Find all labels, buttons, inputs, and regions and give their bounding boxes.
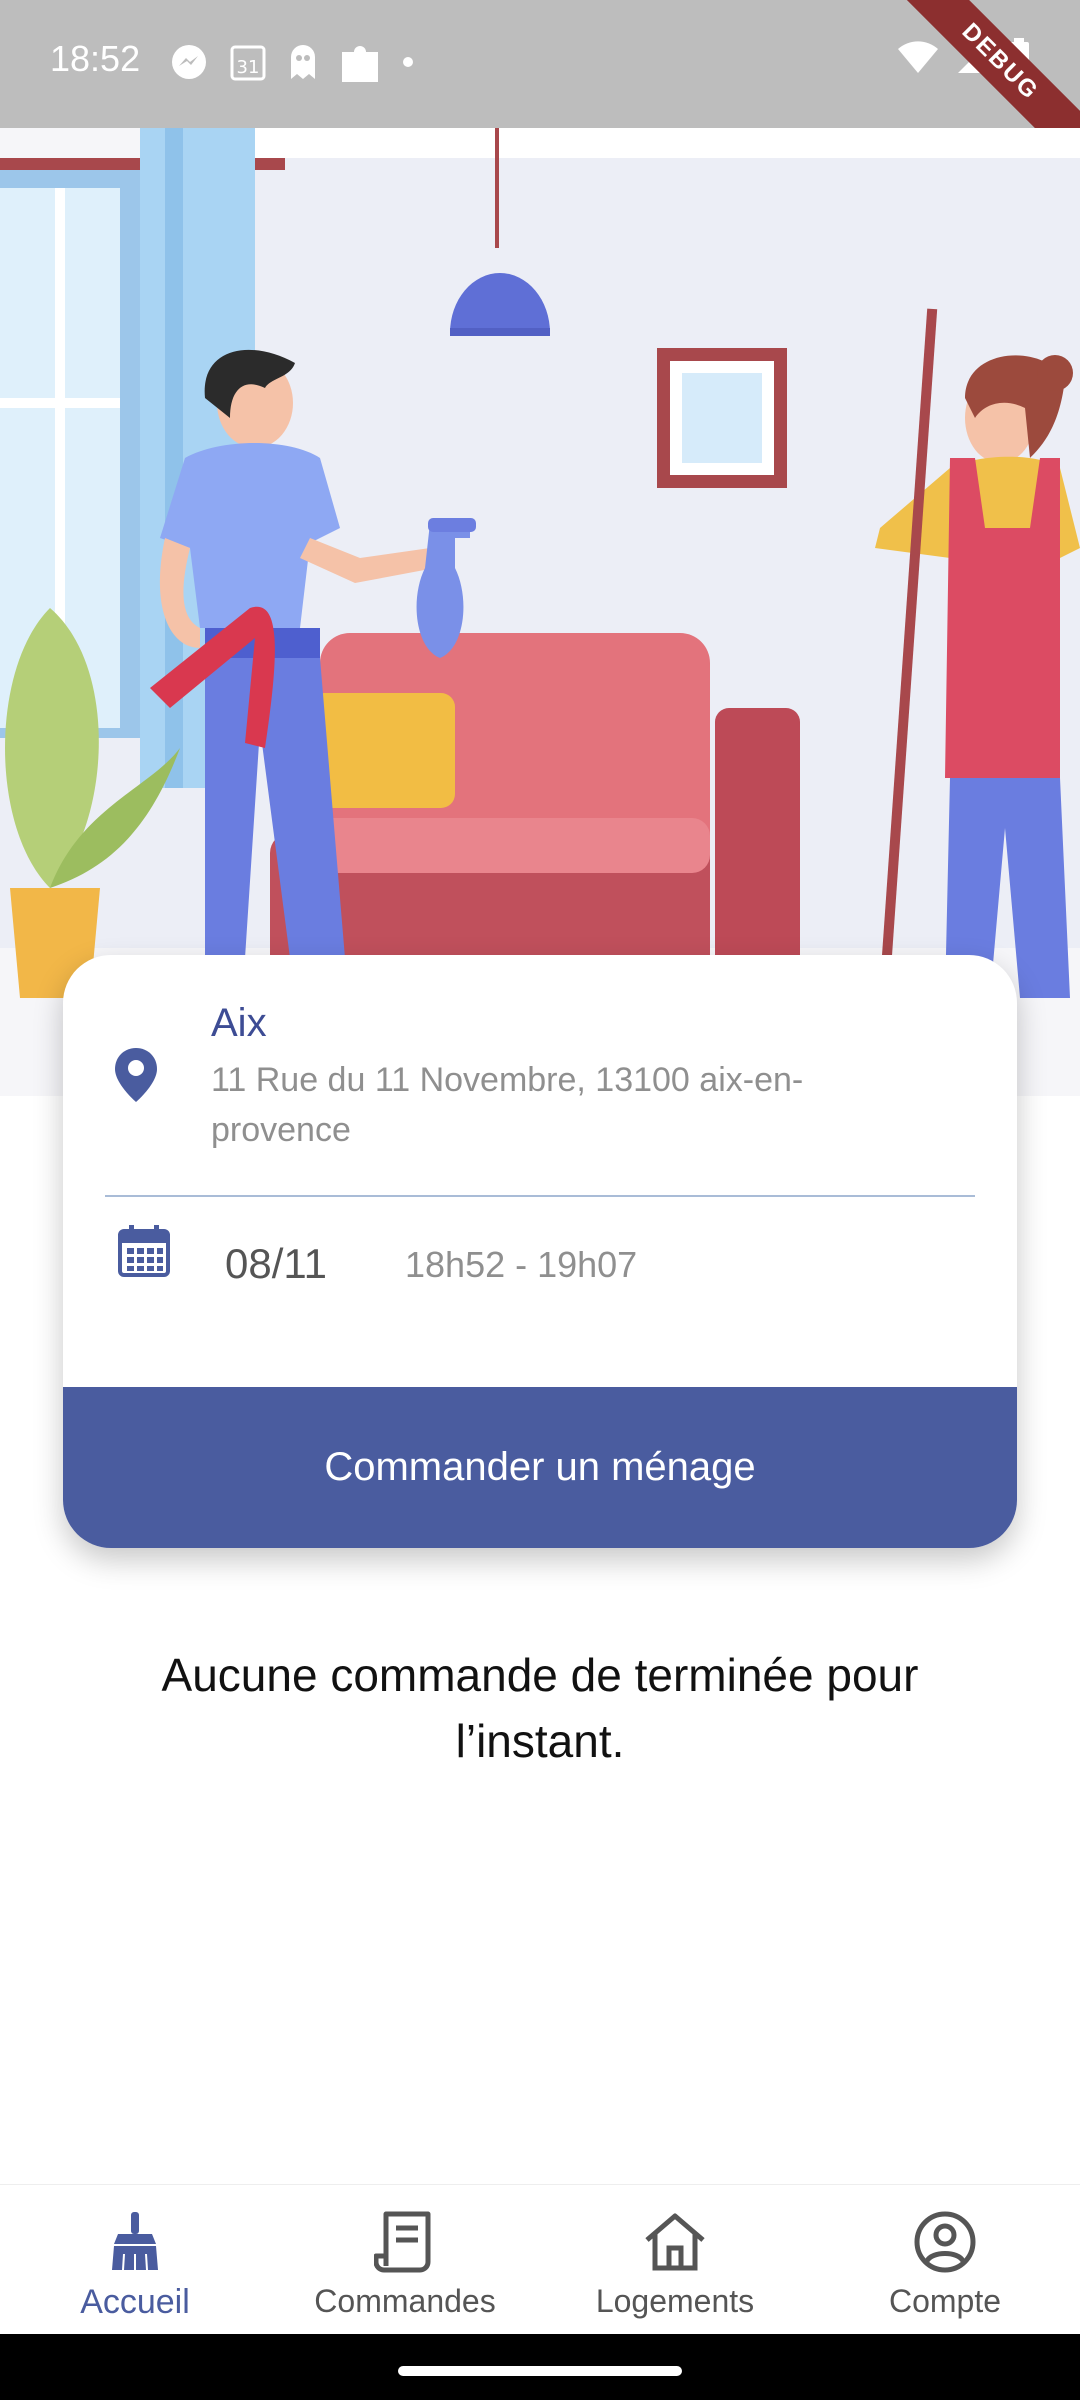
nav-label-accueil: Accueil xyxy=(80,2283,190,2321)
puzzle-icon xyxy=(342,46,378,82)
bottom-navigation: Accueil Commandes Logements Compte xyxy=(0,2184,1080,2335)
calendar-icon xyxy=(118,1225,170,1277)
wifi-icon xyxy=(898,41,938,73)
cleaning-illustration xyxy=(0,128,1080,1096)
calendar-31-icon: 31 xyxy=(230,45,266,81)
card-divider xyxy=(105,1195,975,1197)
dot-icon xyxy=(403,57,413,67)
messenger-icon xyxy=(172,45,206,79)
svg-text:31: 31 xyxy=(237,57,260,78)
location-pin-icon xyxy=(115,1048,157,1102)
nav-logements[interactable]: Logements xyxy=(540,2185,810,2335)
location-name: Aix xyxy=(211,1001,267,1045)
home-icon xyxy=(645,2213,705,2271)
ghost-icon xyxy=(291,45,315,79)
order-cleaning-button[interactable]: Commander un ménage xyxy=(63,1387,1017,1548)
nav-accueil[interactable]: Accueil xyxy=(0,2185,270,2335)
selected-date: 08/11 xyxy=(225,1240,327,1287)
account-circle-icon xyxy=(914,2211,976,2273)
broom-icon xyxy=(112,2212,158,2271)
selected-time-range: 18h52 - 19h07 xyxy=(405,1244,638,1285)
nav-label-compte: Compte xyxy=(888,2283,1002,2319)
home-gesture-handle[interactable] xyxy=(398,2366,682,2376)
location-address: 11 Rue du 11 Novembre, 13100 aix-en-prov… xyxy=(211,1061,804,1149)
location-selector[interactable]: Aix 11 Rue du 11 Novembre, 13100 aix-en-… xyxy=(63,955,1017,1195)
date-time-selector[interactable]: 08/11 18h52 - 19h07 xyxy=(63,1198,1017,1343)
status-bar: 18:52 31 DEBUG xyxy=(0,0,1080,184)
empty-orders-message: Aucune commande de terminée pour l’insta… xyxy=(161,1649,919,1767)
nav-label-commandes: Commandes xyxy=(314,2283,496,2319)
nav-label-logements: Logements xyxy=(595,2283,755,2319)
status-time: 18:52 xyxy=(50,38,141,79)
receipt-icon xyxy=(374,2211,431,2273)
system-gesture-bar xyxy=(0,2334,1080,2400)
nav-compte[interactable]: Compte xyxy=(810,2185,1080,2335)
booking-card: Aix 11 Rue du 11 Novembre, 13100 aix-en-… xyxy=(63,955,1017,1548)
notification-icons: 31 xyxy=(170,40,414,84)
nav-commandes[interactable]: Commandes xyxy=(270,2185,540,2335)
